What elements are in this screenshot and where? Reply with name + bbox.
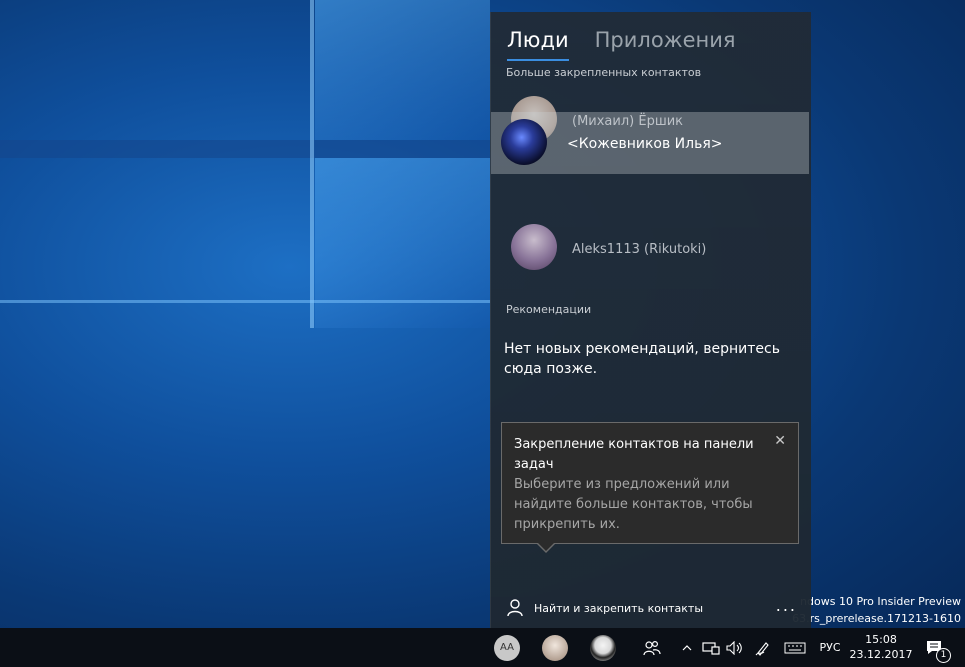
network-icon[interactable] — [700, 628, 722, 667]
avatar — [542, 634, 568, 661]
people-flyout: Люди Приложения Больше закрепленных конт… — [490, 12, 811, 628]
notification-count-badge: 1 — [936, 648, 951, 663]
find-and-pin-contacts-link[interactable]: Найти и закрепить контакты — [534, 602, 703, 615]
wallpaper-beam-glow — [0, 300, 490, 303]
keyboard-icon[interactable] — [781, 628, 809, 667]
avatar — [590, 634, 616, 661]
flyout-tabs: Люди Приложения — [507, 28, 736, 52]
taskbar-contact-ilya[interactable] — [588, 628, 618, 667]
flyout-footer: Найти и закрепить контакты ... — [491, 590, 811, 628]
pin-contacts-tooltip: Закрепление контактов на панели задач Вы… — [501, 422, 799, 553]
close-icon[interactable]: ✕ — [774, 433, 786, 449]
build-watermark: ndows 10 Pro Insider Preview 63.rs_prere… — [792, 595, 961, 625]
input-language-indicator[interactable]: РУС — [814, 628, 846, 667]
active-tab-indicator — [507, 59, 569, 61]
chevron-up-icon[interactable] — [680, 628, 694, 667]
avatar: AA — [494, 634, 520, 661]
contact-avatar-dragged — [501, 119, 547, 165]
clock-date: 23.12.2017 — [849, 648, 913, 661]
taskbar: AA РУС 15:08 23.12.2017 1 — [0, 628, 965, 667]
watermark-line-1: ndows 10 Pro Insider Preview — [800, 595, 961, 608]
wallpaper-beam-v — [310, 0, 314, 328]
watermark-line-2: 63.rs_prerelease.171213-1610 — [792, 612, 961, 625]
wallpaper-pane-top — [315, 0, 490, 140]
contact-name-dragged: <Кожевников Илья> — [567, 136, 723, 152]
tab-people[interactable]: Люди — [507, 28, 569, 52]
tooltip-title: Закрепление контактов на панели задач — [514, 437, 754, 472]
pen-workspace-icon[interactable] — [752, 628, 774, 667]
tooltip-arrow-fill — [537, 542, 555, 551]
desktop-wallpaper: ndows 10 Pro Insider Preview 63.rs_prere… — [0, 0, 965, 628]
people-icon[interactable] — [638, 628, 666, 667]
tab-apps[interactable]: Приложения — [595, 28, 736, 52]
clock-time: 15:08 — [865, 633, 897, 646]
wallpaper-beam-h — [0, 140, 490, 158]
taskbar-contact-mikhail[interactable] — [540, 628, 570, 667]
contact-avatar — [511, 224, 557, 270]
pinned-section-label: Больше закрепленных контактов — [506, 66, 702, 79]
no-recommendations-message: Нет новых рекомендаций, вернитесь сюда п… — [504, 341, 780, 377]
action-center-button[interactable]: 1 — [920, 628, 951, 667]
tooltip-body: Выберите из предложений или найдите боль… — [514, 477, 753, 532]
contact-name: Aleks1113 (Rikutoki) — [572, 242, 707, 257]
taskbar-contact-aa[interactable]: AA — [492, 628, 522, 667]
avatar-initials: AA — [500, 642, 514, 653]
contact-row-aleks[interactable]: Aleks1113 (Rikutoki) — [491, 216, 811, 280]
volume-icon[interactable] — [724, 628, 746, 667]
more-options-button[interactable]: ... — [776, 596, 797, 615]
person-icon — [507, 599, 523, 617]
recommendations-label: Рекомендации — [506, 303, 592, 316]
system-clock[interactable]: 15:08 23.12.2017 — [848, 632, 914, 662]
